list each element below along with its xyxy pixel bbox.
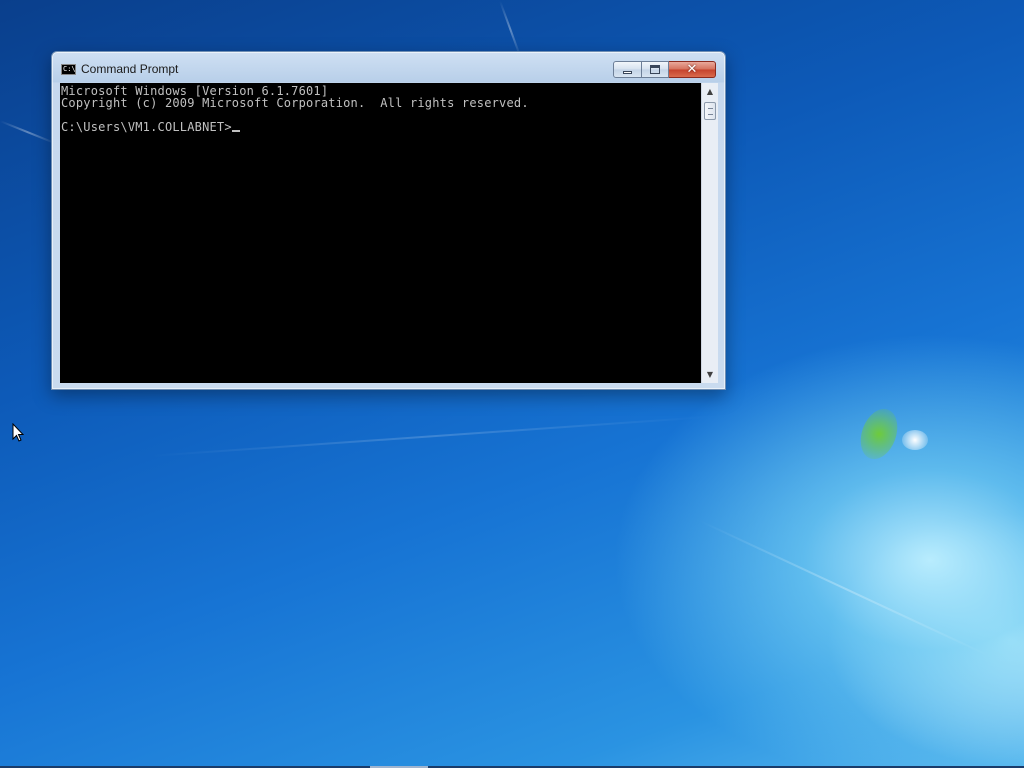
command-prompt-window[interactable]: C:\ Command Prompt ✕ Microsoft Windows [… [51, 51, 726, 390]
scroll-thumb[interactable] [704, 102, 716, 120]
wallpaper-streak [0, 120, 57, 145]
text-cursor [231, 130, 240, 132]
console-prompt-line[interactable]: C:\Users\VM1.COLLABNET> [61, 121, 240, 133]
console-prompt: C:\Users\VM1.COLLABNET> [61, 120, 232, 134]
maximize-icon [650, 65, 660, 74]
caption-buttons: ✕ [613, 61, 716, 78]
vertical-scrollbar[interactable]: ▲ ▼ [701, 83, 718, 383]
scroll-up-button[interactable]: ▲ [702, 83, 718, 100]
cmd-icon: C:\ [61, 64, 76, 75]
wallpaper-streak [699, 520, 991, 658]
maximize-button[interactable] [642, 61, 669, 78]
windows-logo-white [902, 430, 928, 450]
windows-logo-green [854, 403, 904, 465]
console-line: Copyright (c) 2009 Microsoft Corporation… [61, 96, 529, 110]
window-title: Command Prompt [81, 62, 179, 76]
mouse-pointer-icon [12, 423, 24, 442]
title-bar[interactable]: C:\ Command Prompt ✕ [52, 52, 725, 84]
wallpaper-streak [499, 0, 522, 58]
wallpaper-streak [149, 415, 709, 457]
scroll-down-button[interactable]: ▼ [702, 366, 718, 383]
scroll-down-arrow-icon: ▼ [706, 370, 714, 379]
scroll-up-arrow-icon: ▲ [706, 87, 714, 96]
minimize-button[interactable] [613, 61, 642, 78]
close-icon: ✕ [686, 62, 698, 77]
close-button[interactable]: ✕ [669, 61, 716, 78]
minimize-icon [623, 71, 632, 74]
console-output[interactable]: Microsoft Windows [Version 6.1.7601] Cop… [60, 83, 701, 383]
